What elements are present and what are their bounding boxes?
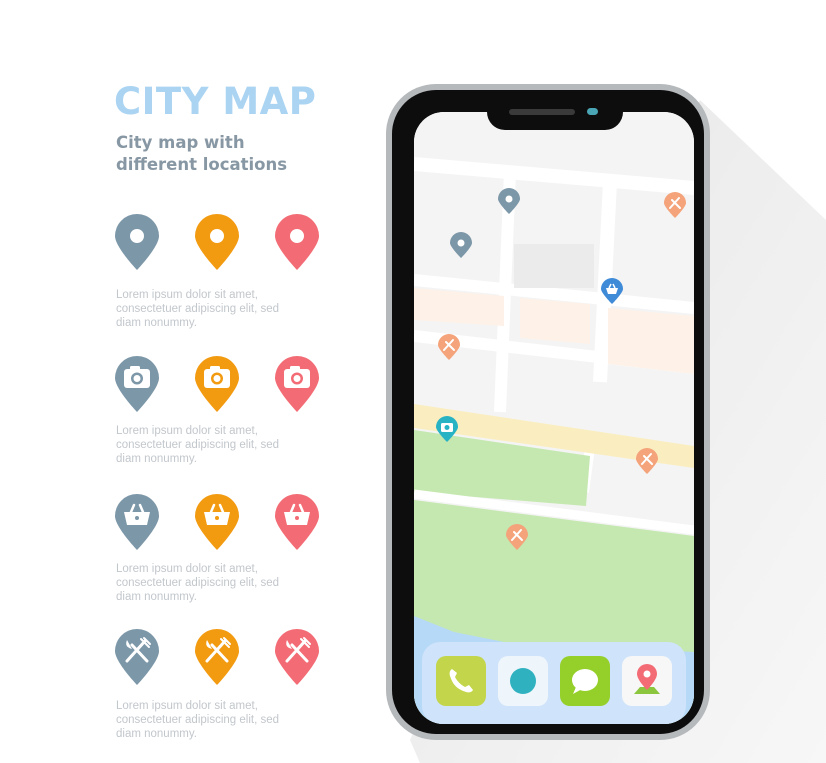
app-dock — [422, 642, 686, 724]
front-camera — [587, 108, 598, 115]
map-pin-icon — [634, 664, 660, 694]
smartphone — [386, 84, 710, 740]
map-screen[interactable] — [414, 112, 694, 724]
circle-icon — [510, 668, 536, 694]
messages-app-icon[interactable] — [560, 656, 610, 706]
phone-app-icon[interactable] — [436, 656, 486, 706]
speaker-grille — [509, 109, 575, 115]
phone-handset-icon — [449, 669, 473, 693]
city-map[interactable] — [414, 112, 694, 724]
circle-app-icon[interactable] — [498, 656, 548, 706]
phone-bezel — [392, 90, 704, 734]
phone-notch — [487, 98, 623, 130]
chat-bubble-icon — [572, 669, 598, 694]
maps-app-icon[interactable] — [622, 656, 672, 706]
